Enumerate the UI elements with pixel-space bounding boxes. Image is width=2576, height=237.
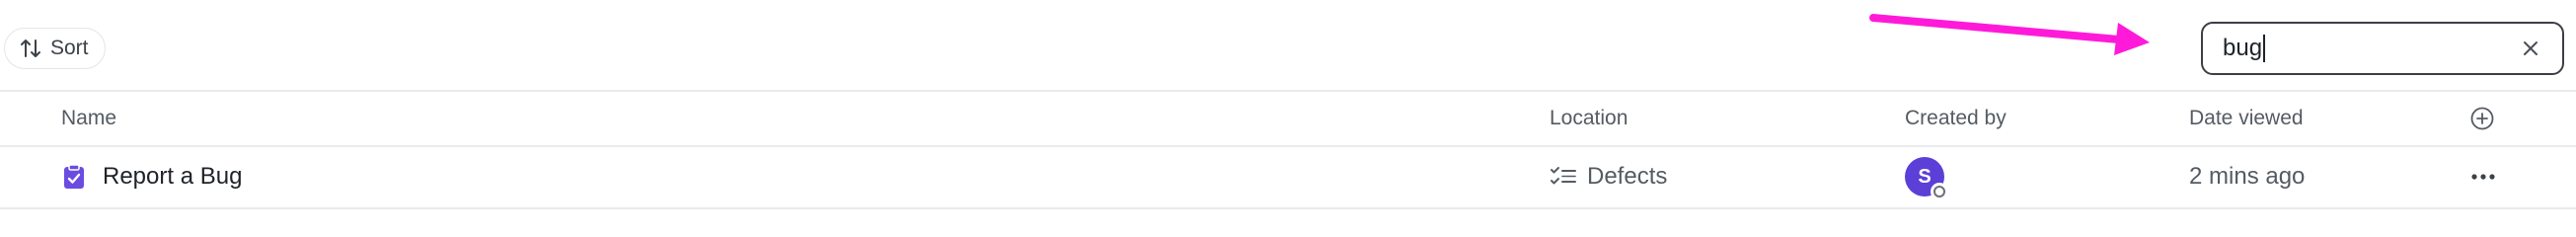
search-value: bug — [2223, 34, 2263, 61]
column-header-name[interactable]: Name — [61, 92, 116, 145]
avatar-initial: S — [1918, 165, 1932, 188]
column-header-date-viewed[interactable]: Date viewed — [2189, 92, 2304, 145]
row-created-by-cell: S — [1905, 147, 1948, 206]
sort-button[interactable]: Sort — [4, 28, 106, 69]
text-caret — [2263, 35, 2266, 63]
avatar[interactable]: S — [1905, 157, 1948, 200]
annotation-arrow-icon — [1869, 14, 2150, 55]
row-location: Defects — [1587, 163, 1668, 190]
clipboard-check-icon — [64, 164, 84, 189]
table-row[interactable]: Report a Bug Defects S 2 mins ago — [0, 147, 2576, 206]
close-icon — [2524, 41, 2538, 55]
avatar-status-badge — [1931, 183, 1948, 200]
list-view: Sort bug Name Location Created by Date v… — [0, 0, 2576, 229]
column-header-created-by[interactable]: Created by — [1905, 92, 2007, 145]
row-divider — [0, 207, 2576, 209]
row-date-viewed-cell: 2 mins ago — [2189, 147, 2305, 206]
sort-icon — [21, 40, 40, 57]
row-name-cell[interactable]: Report a Bug — [61, 147, 242, 206]
more-horizontal-icon — [2471, 174, 2495, 180]
sort-label: Sort — [50, 37, 89, 59]
row-name[interactable]: Report a Bug — [103, 163, 242, 191]
add-column-button[interactable] — [2467, 104, 2497, 133]
search-field[interactable]: bug — [2201, 22, 2564, 75]
column-header-location[interactable]: Location — [1550, 92, 1628, 145]
row-date-viewed: 2 mins ago — [2189, 163, 2306, 190]
table-header: Name Location Created by Date viewed — [0, 92, 2576, 145]
row-location-cell[interactable]: Defects — [1550, 147, 1667, 206]
clear-search-button[interactable] — [2517, 35, 2544, 62]
checklist-icon — [1551, 167, 1576, 185]
row-more-button[interactable] — [2467, 162, 2499, 192]
plus-circle-icon — [2470, 107, 2494, 130]
search-input[interactable]: bug — [2223, 35, 2517, 63]
